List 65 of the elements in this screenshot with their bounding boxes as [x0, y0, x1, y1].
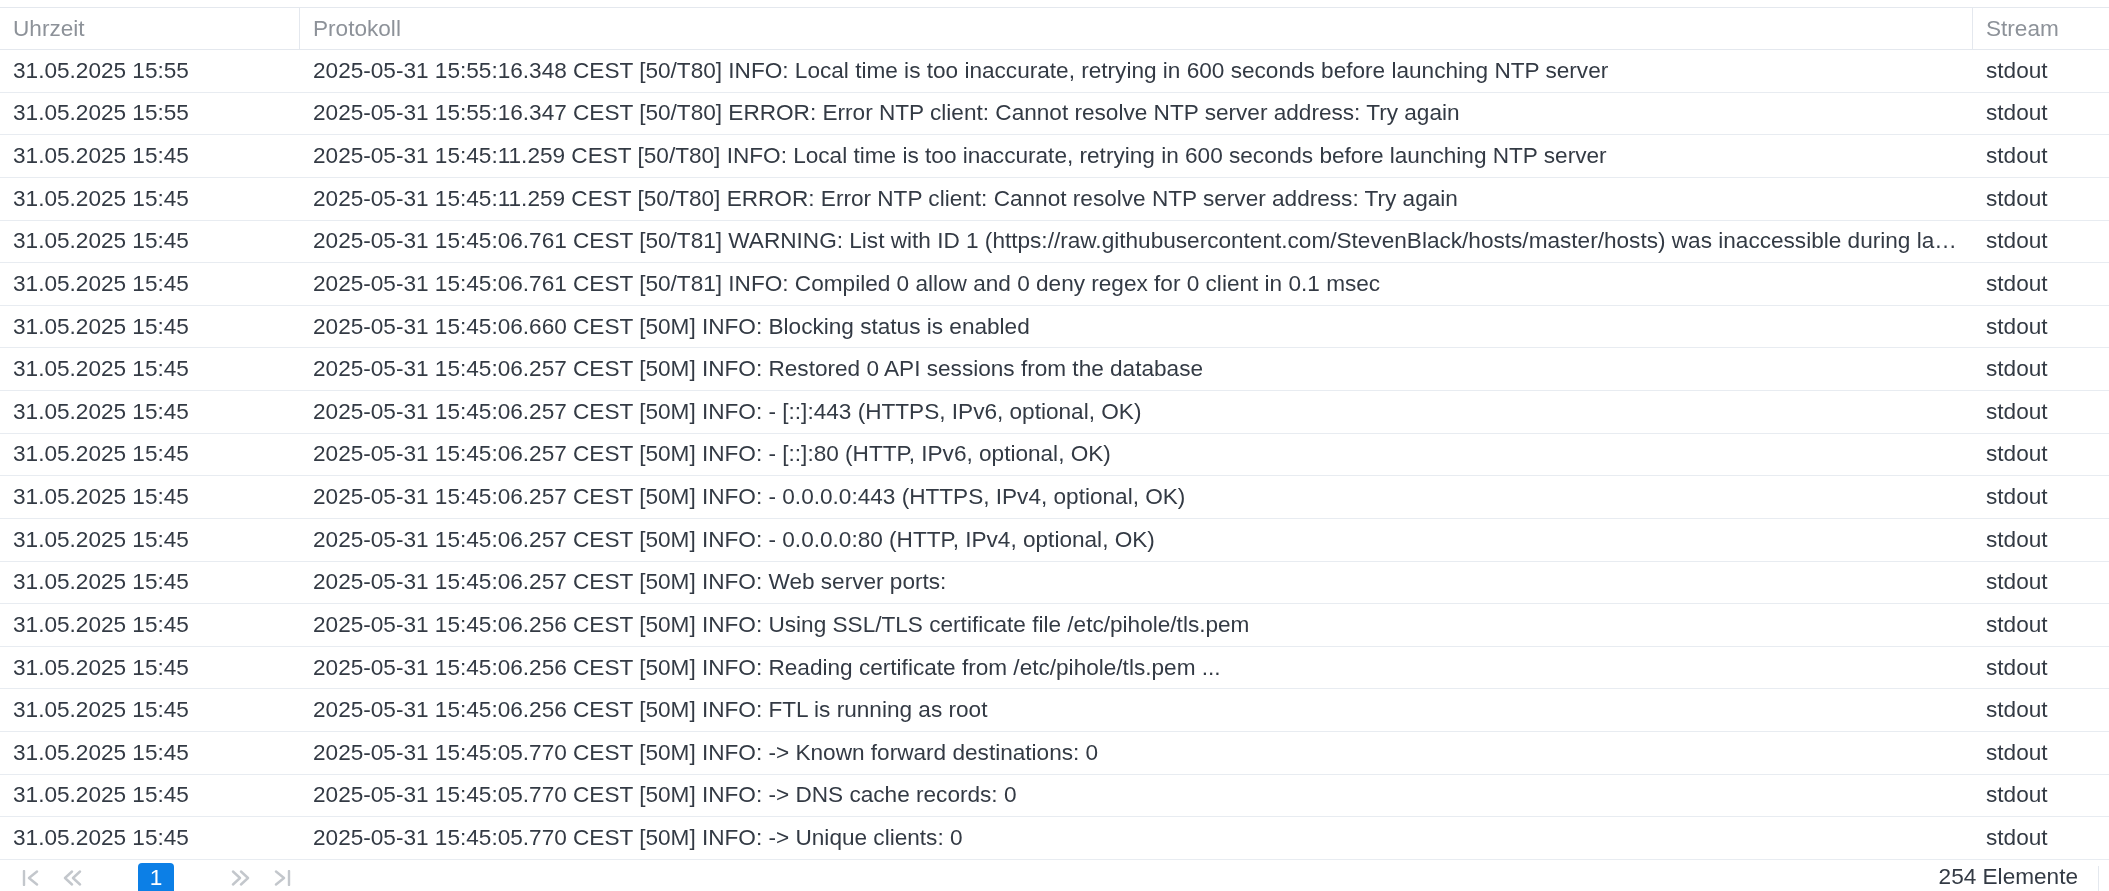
chevron-bar-left-icon	[21, 869, 41, 886]
log-message: 2025-05-31 15:45:06.257 CEST [50M] INFO: - [::]:80 (HTTP, IPv6, optional, OK)	[313, 441, 1111, 468]
column-header: Protokoll	[313, 15, 401, 42]
log-stream: stdout	[1986, 739, 2048, 766]
log-message: 2025-05-31 15:45:05.770 CEST [50M] INFO: -> DNS cache records: 0	[313, 782, 1017, 809]
log-stream: stdout	[1986, 697, 2048, 724]
log-time: 31.05.2025 15:45	[13, 739, 189, 766]
log-stream: stdout	[1986, 185, 2048, 212]
log-time: 31.05.2025 15:55	[13, 100, 189, 127]
log-stream: stdout	[1986, 228, 2048, 255]
log-stream: stdout	[1986, 398, 2048, 425]
log-time: 31.05.2025 15:45	[13, 782, 189, 809]
log-message: 2025-05-31 15:55:16.348 CEST [50/T80] INFO: Local time is too inaccurate, retrying in 600 seconds before launching NTP server	[313, 57, 1609, 84]
log-time: 31.05.2025 15:45	[13, 228, 189, 255]
log-message: 2025-05-31 15:45:06.761 CEST [50/T81] WARNING: List with ID 1 (https://raw.githubusercontent.com/StevenBlack/hosts/master/hosts) was inaccessible during la…	[313, 228, 1957, 255]
log-stream: stdout	[1986, 356, 2048, 383]
column-header: Stream	[1986, 15, 2059, 42]
double-chevron-right-icon	[230, 869, 250, 886]
log-stream: stdout	[1986, 569, 2048, 596]
log-time: 31.05.2025 15:45	[13, 356, 189, 383]
log-message: 2025-05-31 15:45:05.770 CEST [50M] INFO: -> Known forward destinations: 0	[313, 739, 1099, 766]
log-time: 31.05.2025 15:55	[13, 57, 189, 84]
log-message: 2025-05-31 15:45:06.761 CEST [50/T81] INFO: Compiled 0 allow and 0 deny regex for 0 client in 0.1 msec	[313, 270, 1381, 297]
log-message: 2025-05-31 15:45:06.256 CEST [50M] INFO: Using SSL/TLS certificate file /etc/pihole/tls.pem	[313, 611, 1250, 638]
log-stream: stdout	[1986, 441, 2048, 468]
log-stream: stdout	[1986, 100, 2048, 127]
log-stream: stdout	[1986, 782, 2048, 809]
log-time: 31.05.2025 15:45	[13, 697, 189, 724]
log-time: 31.05.2025 15:45	[13, 441, 189, 468]
log-stream: stdout	[1986, 270, 2048, 297]
log-message: 2025-05-31 15:45:11.259 CEST [50/T80] INFO: Local time is too inaccurate, retrying in 600 seconds before launching NTP server	[313, 143, 1607, 170]
log-message: 2025-05-31 15:45:06.257 CEST [50M] INFO: - 0.0.0.0:80 (HTTP, IPv4, optional, OK)	[313, 526, 1155, 553]
log-time: 31.05.2025 15:45	[13, 825, 189, 852]
log-message: 2025-05-31 15:45:06.256 CEST [50M] INFO: Reading certificate from /etc/pihole/tls.pem ...	[313, 654, 1221, 681]
log-time: 31.05.2025 15:45	[13, 654, 189, 681]
log-stream: stdout	[1986, 57, 2048, 84]
log-message: 2025-05-31 15:45:06.257 CEST [50M] INFO: Restored 0 API sessions from the database	[313, 356, 1204, 383]
log-time: 31.05.2025 15:45	[13, 484, 189, 511]
log-message: 2025-05-31 15:45:06.256 CEST [50M] INFO: FTL is running as root	[313, 697, 988, 724]
log-time: 31.05.2025 15:45	[13, 398, 189, 425]
log-stream: stdout	[1986, 611, 2048, 638]
log-stream: stdout	[1986, 484, 2048, 511]
log-message: 2025-05-31 15:45:05.770 CEST [50M] INFO: -> Unique clients: 0	[313, 825, 963, 852]
log-message: 2025-05-31 15:45:06.257 CEST [50M] INFO: - 0.0.0.0:443 (HTTPS, IPv4, optional, OK)	[313, 484, 1186, 511]
column-header: Uhrzeit	[13, 15, 85, 42]
log-stream: stdout	[1986, 654, 2048, 681]
log-stream: stdout	[1986, 313, 2048, 340]
log-time: 31.05.2025 15:45	[13, 270, 189, 297]
log-time: 31.05.2025 15:45	[13, 569, 189, 596]
page-button[interactable]: 1	[138, 862, 174, 891]
log-message: 2025-05-31 15:45:06.257 CEST [50M] INFO: Web server ports:	[313, 569, 947, 596]
log-time: 31.05.2025 15:45	[13, 313, 189, 340]
log-time: 31.05.2025 15:45	[13, 143, 189, 170]
log-message: 2025-05-31 15:45:06.660 CEST [50M] INFO: Blocking status is enabled	[313, 313, 1030, 340]
item-count: 254 Elemente	[1938, 863, 2078, 891]
log-message: 2025-05-31 15:55:16.347 CEST [50/T80] ERROR: Error NTP client: Cannot resolve NTP server address: Try again	[313, 100, 1460, 127]
log-time: 31.05.2025 15:45	[13, 185, 189, 212]
log-message: 2025-05-31 15:45:06.257 CEST [50M] INFO: - [::]:443 (HTTPS, IPv6, optional, OK)	[313, 398, 1142, 425]
double-chevron-left-icon	[62, 869, 82, 886]
log-message: 2025-05-31 15:45:11.259 CEST [50/T80] ERROR: Error NTP client: Cannot resolve NTP server address: Try again	[313, 185, 1458, 212]
log-time: 31.05.2025 15:45	[13, 611, 189, 638]
log-stream: stdout	[1986, 143, 2048, 170]
log-time: 31.05.2025 15:45	[13, 526, 189, 553]
log-stream: stdout	[1986, 526, 2048, 553]
log-stream: stdout	[1986, 825, 2048, 852]
